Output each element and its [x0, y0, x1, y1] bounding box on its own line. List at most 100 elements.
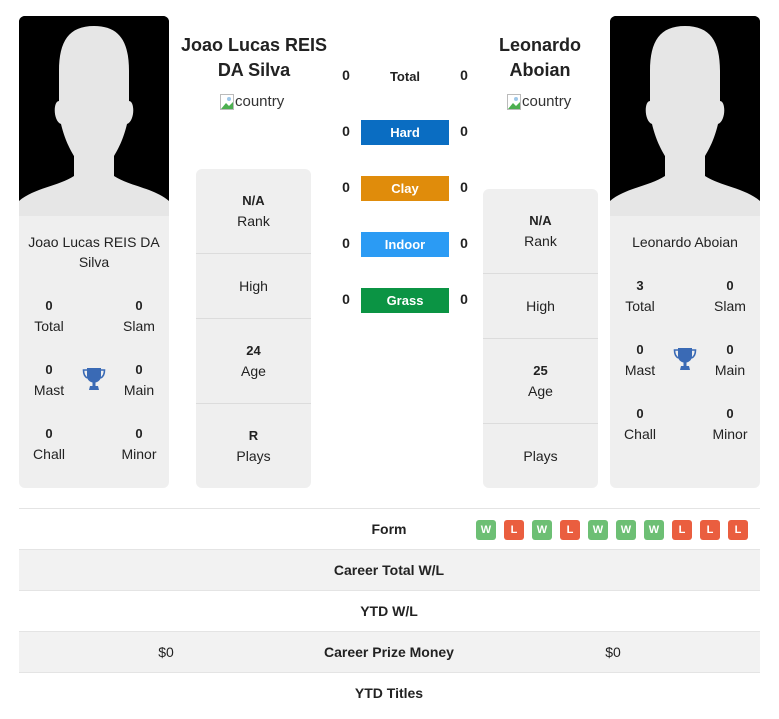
player1-high: High: [196, 254, 311, 319]
silhouette-icon: [610, 16, 760, 216]
form-badge-win[interactable]: W: [588, 520, 608, 540]
ytd-titles-label: YTD Titles: [354, 685, 424, 701]
player2-minor-value: 0: [726, 406, 734, 421]
player1-photo[interactable]: [19, 16, 169, 216]
player2-plays-label: Plays: [523, 448, 558, 464]
h2h-hard-p2: 0: [460, 123, 468, 139]
player1-plays: R Plays: [196, 404, 311, 488]
player1-card-name-line2: Silva: [78, 254, 110, 270]
h2h-total-p1: 0: [342, 67, 350, 83]
player2-info-card: N/A Rank High 25 Age Plays: [483, 189, 598, 488]
player1-name-heading[interactable]: Joao Lucas REIS DA Silva: [178, 33, 330, 83]
player2-titles-slam: 0 Slam: [700, 276, 760, 316]
h2h-grass-p2: 0: [460, 291, 468, 307]
player2-chall-label: Chall: [624, 426, 656, 442]
career-wl-label: Career Total W/L: [333, 562, 445, 578]
h2h-total-label: Total: [389, 69, 421, 84]
silhouette-icon: [19, 16, 169, 216]
player2-high-label: High: [526, 298, 555, 314]
form-badge-win[interactable]: W: [476, 520, 496, 540]
player2-name-line2: Aboian: [509, 60, 571, 80]
surface-clay-badge[interactable]: Clay: [361, 176, 449, 201]
player2-titles-minor: 0 Minor: [700, 404, 760, 444]
form-badge-win[interactable]: W: [616, 520, 636, 540]
h2h-indoor-p2: 0: [460, 235, 468, 251]
player1-card-name[interactable]: Joao Lucas REIS DA Silva: [19, 232, 169, 272]
player2-plays: Plays: [483, 424, 598, 488]
player1-titles-chall: 0 Chall: [19, 424, 79, 464]
player2-rank: N/A Rank: [483, 189, 598, 274]
surface-hard-badge[interactable]: Hard: [361, 120, 449, 145]
player1-chall-value: 0: [45, 426, 53, 441]
player1-rank-value: N/A: [242, 193, 265, 208]
player2-main-value: 0: [726, 342, 734, 357]
player1-name-line1: Joao Lucas REIS: [180, 35, 328, 55]
ytd-wl-label: YTD W/L: [360, 603, 418, 619]
player1-card: Joao Lucas REIS DA Silva 0 Total 0 Slam …: [19, 16, 169, 488]
form-badge-loss[interactable]: L: [728, 520, 748, 540]
player1-slam-value: 0: [135, 298, 143, 313]
surface-grass-badge[interactable]: Grass: [361, 288, 449, 313]
form-badge-loss[interactable]: L: [560, 520, 580, 540]
player2-rank-value: N/A: [529, 213, 552, 228]
player2-mast-value: 0: [636, 342, 644, 357]
player2-slam-value: 0: [726, 278, 734, 293]
prize-label: Career Prize Money: [324, 644, 454, 660]
player2-main-label: Main: [714, 362, 746, 378]
player1-total-label: Total: [34, 318, 64, 334]
trophy-icon: [673, 347, 697, 373]
player1-rank-label: Rank: [237, 213, 270, 229]
form-badge-loss[interactable]: L: [672, 520, 692, 540]
player1-plays-value: R: [248, 428, 259, 443]
form-label: Form: [371, 521, 407, 537]
player2-slam-label: Slam: [714, 298, 746, 314]
player2-age-value: 25: [533, 363, 548, 378]
surface-indoor-badge[interactable]: Indoor: [361, 232, 449, 257]
player2-name-heading[interactable]: Leonardo Aboian: [470, 33, 610, 83]
player2-titles-mast: 0 Mast: [610, 340, 670, 380]
player1-main-label: Main: [123, 382, 155, 398]
player1-minor-value: 0: [135, 426, 143, 441]
player1-age-value: 24: [246, 343, 261, 358]
broken-image-icon: [507, 93, 521, 110]
player1-total-value: 0: [45, 298, 53, 313]
player2-country-flag: country: [507, 93, 571, 110]
form-badge-win[interactable]: W: [644, 520, 664, 540]
player2-age-label: Age: [528, 383, 553, 399]
prize-p1: $0: [158, 644, 174, 660]
player1-titles-slam: 0 Slam: [109, 296, 169, 336]
stats-row-career-wl: Career Total W/L: [19, 550, 760, 591]
player1-high-label: High: [239, 278, 268, 294]
form-badge-loss[interactable]: L: [700, 520, 720, 540]
trophy-icon: [82, 367, 106, 393]
player1-titles-mast: 0 Mast: [19, 360, 79, 400]
h2h-clay-p2: 0: [460, 179, 468, 195]
form-badge-win[interactable]: W: [532, 520, 552, 540]
player2-total-label: Total: [625, 298, 655, 314]
player2-photo[interactable]: [610, 16, 760, 216]
player2-titles-main: 0 Main: [700, 340, 760, 380]
player2-high: High: [483, 274, 598, 339]
player2-card-name[interactable]: Leonardo Aboian: [610, 232, 760, 252]
player1-info-card: N/A Rank High 24 Age R Plays: [196, 169, 311, 488]
player1-name-line2: DA Silva: [217, 60, 291, 80]
form-badges: WLWLWWWLLL: [476, 520, 748, 540]
stats-table: Form WLWLWWWLLL Career Total W/L YTD W/L…: [19, 508, 760, 714]
player2-titles-total: 3 Total: [610, 276, 670, 316]
player1-card-name-line1: Joao Lucas REIS DA: [28, 234, 160, 250]
player2-card: Leonardo Aboian 3 Total 0 Slam 0 Mast 0 …: [610, 16, 760, 488]
player2-age: 25 Age: [483, 339, 598, 424]
stats-row-form: Form WLWLWWWLLL: [19, 509, 760, 550]
player1-mast-label: Mast: [33, 382, 65, 398]
player1-mast-value: 0: [45, 362, 53, 377]
stats-row-prize: $0 Career Prize Money $0: [19, 632, 760, 673]
h2h-hard-p1: 0: [342, 123, 350, 139]
player1-rank: N/A Rank: [196, 169, 311, 254]
player2-minor-label: Minor: [712, 426, 748, 442]
stats-row-ytd-wl: YTD W/L: [19, 591, 760, 632]
player1-country-flag: country: [220, 93, 284, 110]
form-badge-loss[interactable]: L: [504, 520, 524, 540]
h2h-indoor-p1: 0: [342, 235, 350, 251]
player1-titles-minor: 0 Minor: [109, 424, 169, 464]
h2h-clay-p1: 0: [342, 179, 350, 195]
